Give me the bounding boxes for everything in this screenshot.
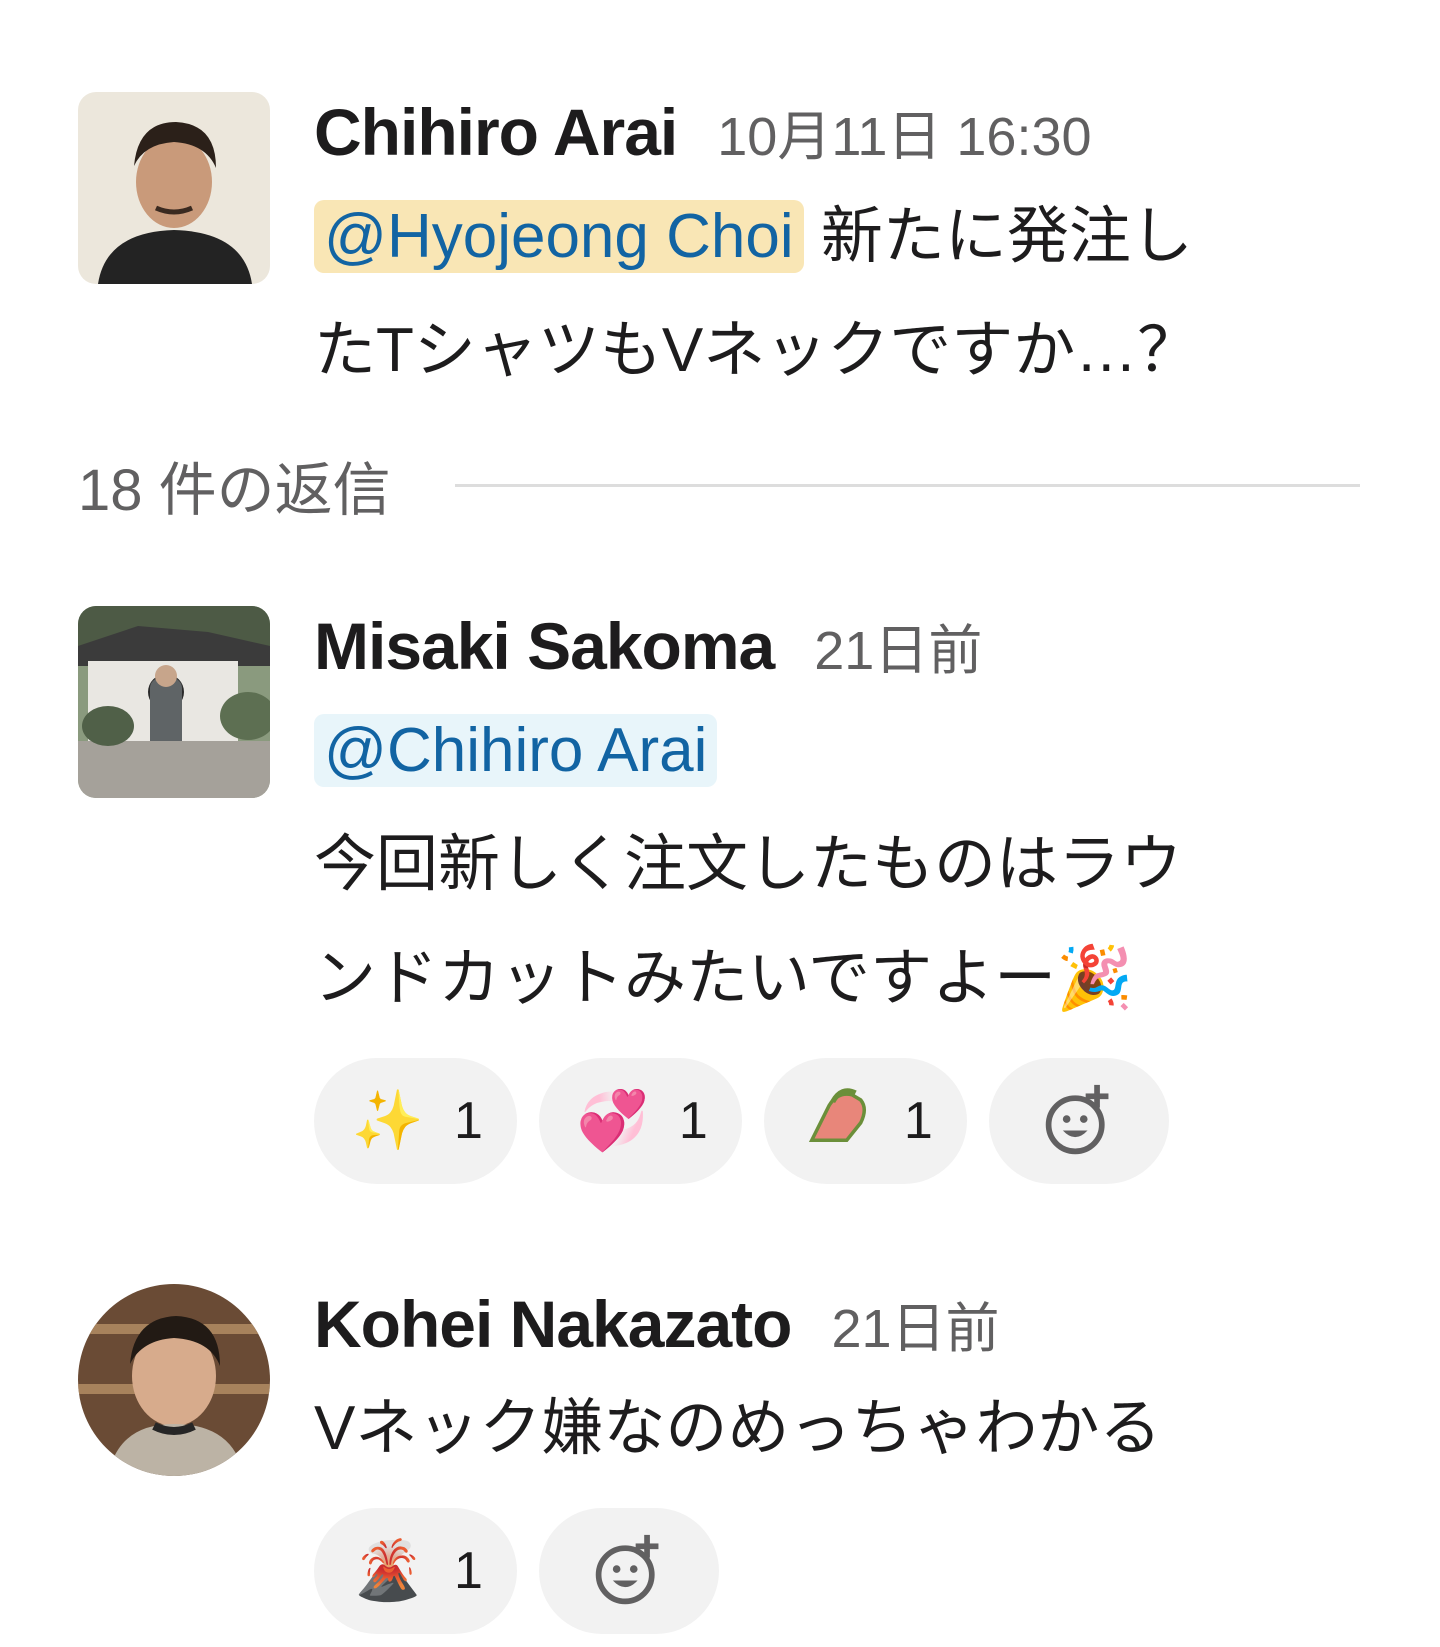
author-name[interactable]: Misaki Sakoma — [314, 608, 775, 684]
message-text-line1: 今回新しく注文したものはラウ — [314, 830, 1183, 899]
reaction-count: 1 — [678, 1092, 708, 1150]
sparkles-icon: ✨ — [351, 1088, 425, 1153]
avatar[interactable] — [78, 1284, 270, 1476]
timestamp[interactable]: 21日前 — [814, 606, 982, 685]
volcano-icon: 🌋 — [351, 1538, 425, 1603]
custom-emoji-icon — [798, 1079, 878, 1163]
mention-link[interactable]: @Hyojeong Choi — [314, 200, 804, 273]
reply-count: 18 件の返信 — [78, 458, 391, 523]
reaction-custom[interactable]: 1 — [763, 1058, 967, 1184]
timestamp[interactable]: 21日前 — [831, 1284, 999, 1363]
message-text-line1: Vネック嫌なのめっちゃわかる — [314, 1394, 1162, 1463]
add-reaction-button[interactable] — [988, 1058, 1169, 1184]
divider-line — [454, 483, 1360, 487]
avatar[interactable] — [78, 606, 270, 798]
add-reaction-icon — [1045, 1084, 1109, 1155]
reaction-volcano[interactable]: 🌋 1 — [314, 1508, 517, 1634]
reaction-count: 1 — [454, 1092, 483, 1150]
reaction-revolving-hearts[interactable]: 💞 1 — [538, 1058, 742, 1184]
message-text-line2: たTシャツもVネックですか…？ — [314, 316, 1200, 385]
message-text-line1: 新たに発注し — [803, 202, 1193, 271]
add-reaction-button[interactable] — [538, 1508, 719, 1634]
reply-divider: 18 件の返信 — [78, 450, 1360, 523]
reaction-sparkles[interactable]: ✨ 1 — [314, 1058, 517, 1184]
message-text: @Chihiro Arai 今回新しく注文したものはラウ ンドカットみたいですよ… — [314, 694, 1394, 1036]
party-popper-icon: 🎉 — [1056, 944, 1134, 1013]
revolving-hearts-icon: 💞 — [576, 1088, 650, 1153]
mention-link[interactable]: @Chihiro Arai — [314, 714, 718, 787]
reaction-bar: 🌋 1 — [314, 1508, 1394, 1634]
message-text: Vネック嫌なのめっちゃわかる — [314, 1372, 1394, 1486]
avatar[interactable] — [78, 92, 270, 284]
timestamp[interactable]: 10月11日 16:30 — [717, 92, 1091, 171]
reaction-count: 1 — [454, 1542, 483, 1600]
author-name[interactable]: Chihiro Arai — [314, 94, 678, 170]
author-name[interactable]: Kohei Nakazato — [314, 1286, 792, 1362]
add-reaction-icon — [595, 1534, 659, 1605]
reaction-count: 1 — [903, 1092, 933, 1150]
message-text: @Hyojeong Choi 新たに発注し たTシャツもVネックですか…？ — [314, 180, 1394, 408]
reaction-bar: ✨ 1 💞 1 1 — [314, 1058, 1394, 1184]
message-text-line2: ンドカットみたいですよー — [314, 944, 1057, 1013]
